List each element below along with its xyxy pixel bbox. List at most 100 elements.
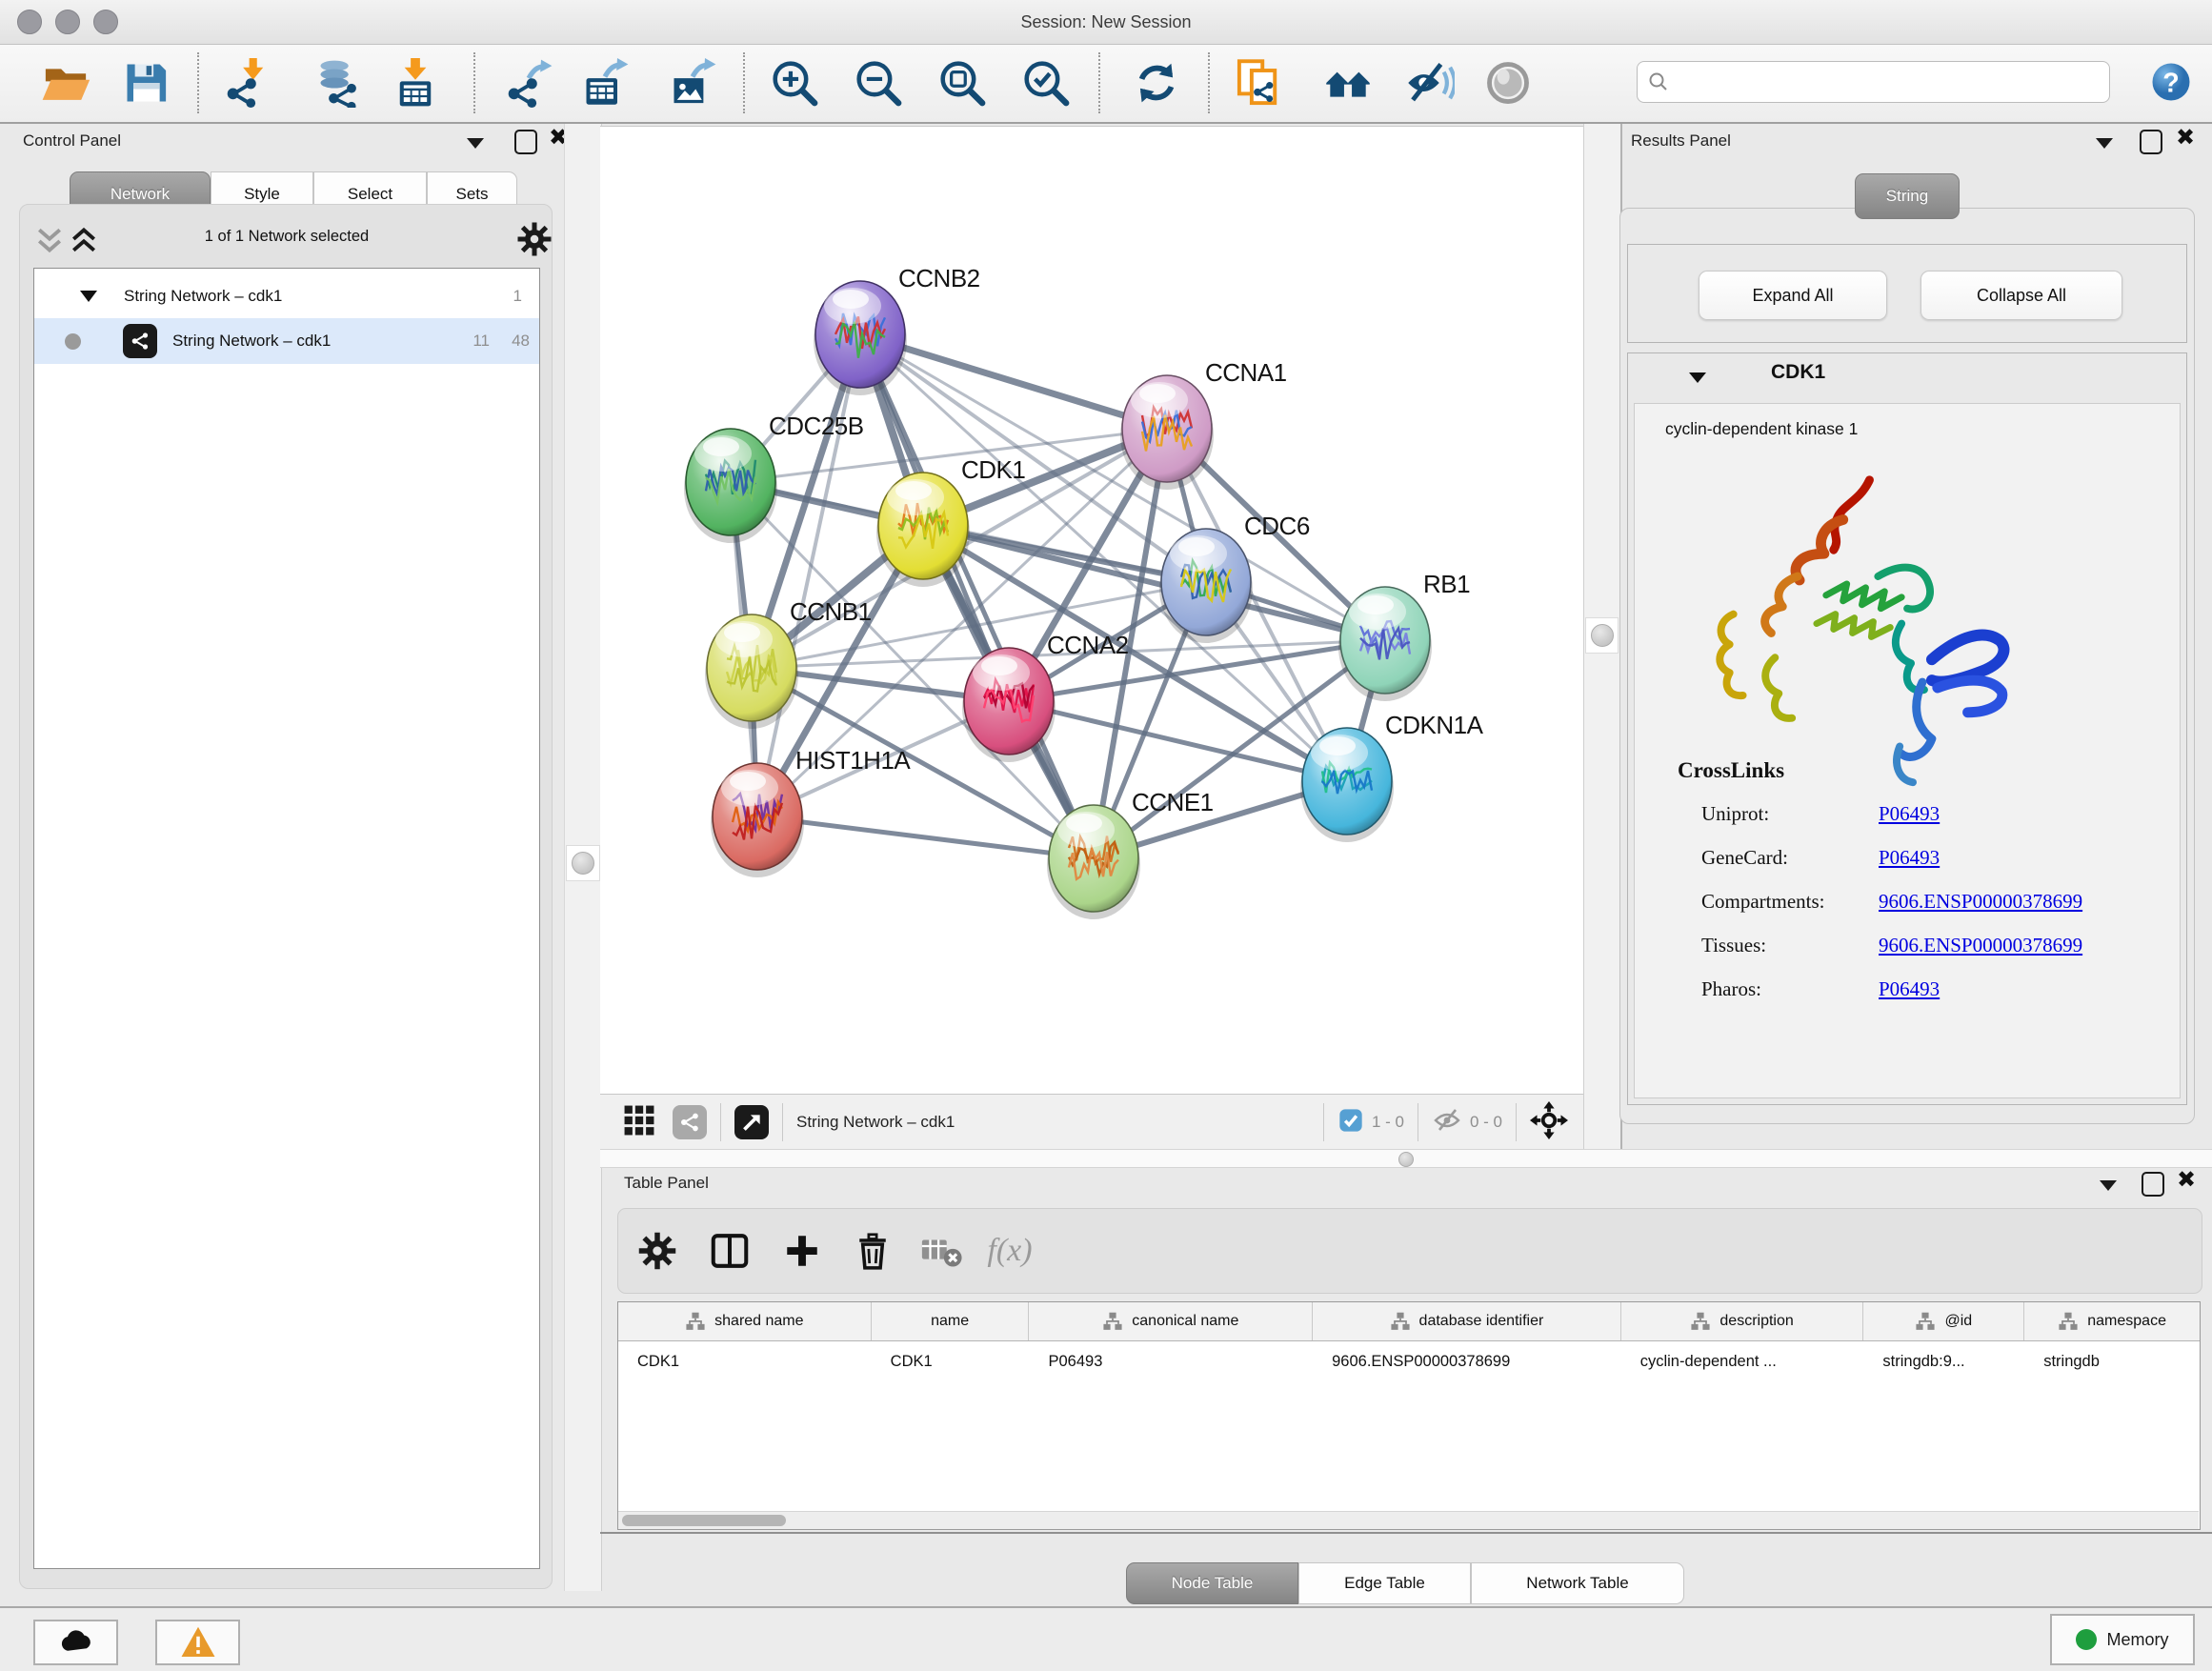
crosslink-tissues-link[interactable]: 9606.ENSP00000378699 [1879, 934, 2082, 957]
delete-table-button[interactable] [914, 1223, 969, 1278]
home-view-button[interactable] [1319, 54, 1377, 111]
tab-node-table[interactable]: Node Table [1126, 1562, 1298, 1604]
crosslink-pharos-link[interactable]: P06493 [1879, 977, 1940, 1001]
cell-database-identifier[interactable]: 9606.ENSP00000378699 [1313, 1341, 1621, 1381]
show-columns-button[interactable] [702, 1223, 757, 1278]
control-panel-menu-button[interactable] [467, 138, 484, 149]
import-network-file-button[interactable] [219, 54, 276, 111]
column-header-name[interactable]: name [872, 1302, 1030, 1340]
collapse-all-button[interactable]: Collapse All [1920, 271, 2122, 320]
expand-all-button[interactable]: Expand All [1699, 271, 1887, 320]
network-collection-row[interactable]: String Network – cdk1 1 [34, 274, 539, 318]
table-panel-menu-button[interactable] [2100, 1180, 2117, 1191]
expand-all-networks-button[interactable] [70, 226, 98, 259]
memory-button[interactable]: Memory [2050, 1614, 2195, 1665]
left-splitter-handle[interactable] [566, 845, 600, 881]
column-header-shared-name[interactable]: shared name [618, 1302, 872, 1340]
left-splitter[interactable] [564, 124, 602, 1591]
string-network-graph[interactable]: CCNB2CCNA1CDC25BCDK1CDC6RB1CCNB1CCNA2CDK… [600, 127, 1583, 1095]
help-button[interactable]: ? [2148, 59, 2194, 110]
cell-namespace[interactable]: stringdb [2024, 1341, 2200, 1381]
cell-description[interactable]: cyclin-dependent ... [1621, 1341, 1864, 1381]
table-settings-button[interactable] [630, 1223, 685, 1278]
hide-unhide-button[interactable] [1401, 54, 1458, 111]
node-gloss [981, 656, 1017, 675]
export-network-button[interactable] [500, 54, 557, 111]
zoom-selected-button[interactable] [1017, 54, 1075, 111]
zoom-out-button[interactable] [850, 54, 907, 111]
export-table-button[interactable] [576, 54, 633, 111]
cell-name[interactable]: CDK1 [872, 1341, 1030, 1381]
network-canvas[interactable]: CCNB2CCNA1CDC25BCDK1CDC6RB1CCNB1CCNA2CDK… [600, 126, 1583, 1095]
table-panel-close-button[interactable]: ✖ [2177, 1170, 2196, 1191]
toolbar-separator [473, 52, 475, 113]
network-edge[interactable] [757, 334, 860, 816]
sphere-view-button[interactable] [1479, 54, 1537, 111]
table-row[interactable]: CDK1 CDK1 P06493 9606.ENSP00000378699 cy… [618, 1341, 2200, 1381]
tab-network-table[interactable]: Network Table [1471, 1562, 1684, 1604]
zoom-in-button[interactable] [766, 54, 823, 111]
table-panel-float-button[interactable] [2142, 1172, 2164, 1197]
crosslink-genecard-link[interactable]: P06493 [1879, 846, 1940, 870]
warning-status-button[interactable] [155, 1620, 240, 1665]
column-header-canonical-name[interactable]: canonical name [1029, 1302, 1313, 1340]
right-splitter-handle[interactable] [1585, 617, 1619, 654]
network-node-cdc25b[interactable]: CDC25B [684, 412, 864, 543]
results-panel-close-button[interactable]: ✖ [2176, 128, 2195, 149]
collection-expand-caret[interactable] [80, 291, 97, 302]
crosslink-compartments-link[interactable]: 9606.ENSP00000378699 [1879, 890, 2082, 914]
cloud-status-button[interactable] [33, 1620, 118, 1665]
column-header-database-identifier[interactable]: database identifier [1313, 1302, 1621, 1340]
right-splitter[interactable] [1583, 124, 1622, 1149]
network-options-button[interactable] [515, 220, 553, 263]
table-horizontal-scrollbar[interactable] [618, 1511, 2199, 1529]
column-header-id[interactable]: @id [1863, 1302, 2024, 1340]
center-view-button[interactable] [1530, 1101, 1568, 1144]
network-row-selected[interactable]: String Network – cdk1 11 48 [34, 318, 539, 364]
cell-shared-name[interactable]: CDK1 [618, 1341, 872, 1381]
network-node-cdc6[interactable]: CDC6 [1159, 512, 1310, 643]
scrollbar-thumb[interactable] [622, 1515, 786, 1526]
network-node-hist1h1a[interactable]: HIST1H1A [711, 746, 911, 877]
import-network-database-button[interactable] [311, 54, 368, 111]
add-column-button[interactable] [774, 1223, 830, 1278]
crosslink-uniprot-link[interactable]: P06493 [1879, 802, 1940, 826]
delete-column-button[interactable] [845, 1223, 900, 1278]
duplicate-documents-icon [1235, 58, 1284, 108]
cell-id[interactable]: stringdb:9... [1863, 1341, 2024, 1381]
cell-canonical-name[interactable]: P06493 [1029, 1341, 1313, 1381]
save-session-button[interactable] [117, 54, 174, 111]
hidden-eye-icon[interactable] [1432, 1105, 1462, 1140]
network-node-cdkn1a[interactable]: CDKN1A [1300, 711, 1484, 842]
horizontal-splitter[interactable] [600, 1149, 2212, 1168]
import-table-button[interactable] [387, 54, 444, 111]
tab-string[interactable]: String [1855, 173, 1960, 219]
birds-eye-view-button[interactable] [734, 1105, 769, 1139]
open-session-button[interactable] [37, 54, 94, 111]
export-image-button[interactable] [664, 54, 721, 111]
zoom-fit-button[interactable] [934, 54, 991, 111]
network-node-ccna1[interactable]: CCNA1 [1120, 358, 1287, 490]
network-node-rb1[interactable]: RB1 [1338, 570, 1470, 701]
network-edge[interactable] [860, 334, 1094, 858]
network-view-type-button[interactable] [673, 1105, 707, 1139]
refresh-button[interactable] [1128, 54, 1185, 111]
tab-edge-table[interactable]: Edge Table [1298, 1562, 1471, 1604]
collapse-all-networks-button[interactable] [35, 226, 64, 259]
search-input[interactable] [1670, 72, 2083, 91]
results-panel-menu-button[interactable] [2096, 138, 2113, 149]
results-panel-float-button[interactable] [2140, 130, 2162, 154]
control-panel-float-button[interactable] [514, 130, 537, 154]
title-bar: Session: New Session [0, 0, 2212, 45]
grid-view-button[interactable] [621, 1102, 657, 1143]
selected-checkbox[interactable] [1337, 1107, 1364, 1138]
network-node-ccnb2[interactable]: CCNB2 [814, 264, 980, 395]
network-edge[interactable] [1009, 701, 1347, 781]
clone-network-button[interactable] [1231, 54, 1288, 111]
gray-sphere-icon [1483, 58, 1533, 108]
network-edge[interactable] [757, 816, 1094, 858]
function-builder-button[interactable]: f(x) [982, 1223, 1037, 1278]
column-header-description[interactable]: description [1621, 1302, 1864, 1340]
gene-section-caret[interactable] [1689, 372, 1706, 383]
column-header-namespace[interactable]: namespace [2024, 1302, 2200, 1340]
